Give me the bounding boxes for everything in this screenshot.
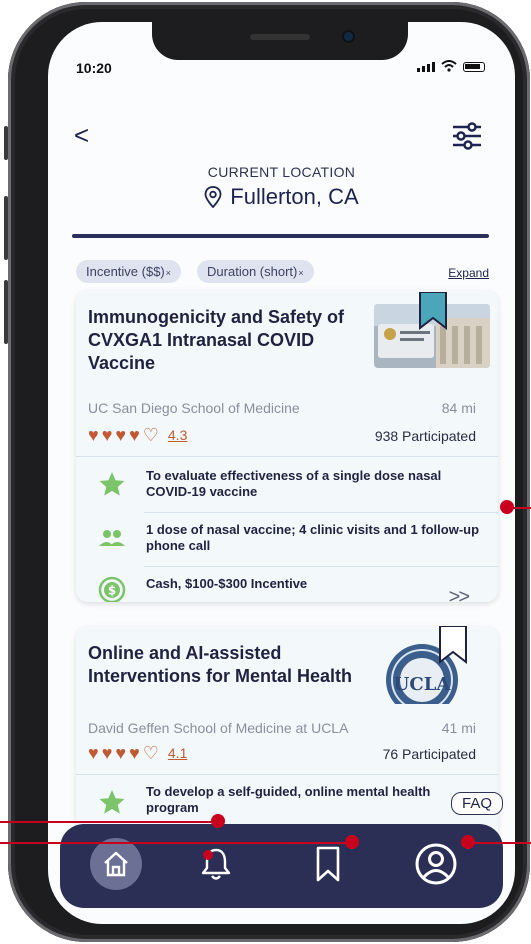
heart-filled-icon: ♥ [101,425,113,445]
study-incentive: Cash, $100-$300 Incentive [146,576,308,591]
annotation-line [0,842,352,844]
svg-text:$: $ [108,584,116,598]
study-title: Online and AI-assisted Interventions for… [88,643,353,686]
chip-label: Incentive ($$) [86,264,165,279]
annotation-dot [345,835,359,849]
bell-icon [201,848,231,880]
star-icon [99,790,125,814]
card-divider [76,774,498,775]
heart-filled-icon: ♥ [129,425,140,445]
filter-chips: Incentive ($$)× Duration (short)× [76,260,314,283]
back-chevron-icon: < [74,120,90,150]
heart-filled-icon: ♥ [115,425,127,445]
chip-label: Duration (short) [207,264,298,279]
rating-value[interactable]: 4.3 [168,427,187,443]
bottom-tab-bar [60,824,503,908]
filter-button[interactable] [451,122,483,155]
filter-sliders-icon [453,122,481,150]
filter-chip-incentive[interactable]: Incentive ($$)× [76,260,182,283]
study-purpose: To develop a self-guided, online mental … [146,784,431,815]
signal-icon [417,62,435,72]
status-time: 10:20 [76,60,112,76]
home-icon [104,851,128,877]
phone-notch [152,22,408,60]
study-title: Immunogenicity and Safety of CVXGA1 Intr… [88,307,345,373]
seal-text: UCLA [394,674,452,695]
battery-icon [463,62,485,72]
heart-filled-icon: ♥ [129,743,140,763]
study-institution: David Geffen School of Medicine at UCLA [88,720,349,736]
location-name: Fullerton, CA [230,184,359,209]
annotation-dot [500,500,514,514]
bookmark-ribbon-icon[interactable] [438,626,468,664]
participants-count: 938 Participated [374,428,476,444]
people-icon [99,530,125,546]
annotation-dot [461,835,475,849]
bookmark-icon [316,846,340,882]
annotation-line [468,842,531,844]
heart-filled-icon: ♥ [88,425,99,445]
participants-count: 76 Participated [382,746,476,762]
faq-button[interactable]: FAQ [450,792,503,815]
heart-filled-icon: ♥ [88,743,99,763]
app-screen: 10:20 < CURRENT LOCATION Fullerton, CA I… [48,22,515,924]
card-divider [76,456,498,457]
star-icon [99,472,125,496]
study-procedure: 1 dose of nasal vaccine; 4 clinic visits… [146,522,480,553]
card-divider [144,566,498,567]
tab-profile[interactable] [410,838,462,890]
annotation-line [0,821,218,823]
location-selector[interactable]: Fullerton, CA [48,184,515,210]
bookmark-ribbon-icon[interactable] [418,292,448,330]
tab-notifications[interactable] [190,838,242,890]
chip-remove-icon[interactable]: × [166,268,171,278]
chip-remove-icon[interactable]: × [298,268,303,278]
user-circle-icon [415,843,457,885]
more-details-button[interactable]: >> [449,586,470,602]
study-distance: 84 mi [441,400,476,416]
rating-value[interactable]: 4.1 [168,745,187,761]
annotation-dot [211,814,225,828]
notch-speaker [250,34,310,40]
back-button[interactable]: < [74,120,89,151]
heart-empty-icon: ♡ [142,743,159,763]
location-pin-icon [204,186,222,208]
wifi-icon [441,60,457,72]
study-card[interactable]: Immunogenicity and Safety of CVXGA1 Intr… [76,290,498,602]
study-institution: UC San Diego School of Medicine [88,400,300,416]
heart-filled-icon: ♥ [101,743,113,763]
heart-filled-icon: ♥ [115,743,127,763]
dollar-icon: $ [98,576,126,602]
study-rating: ♥ ♥ ♥ ♥ ♡ 4.1 [88,744,187,762]
filter-chip-duration[interactable]: Duration (short)× [197,260,314,283]
annotation-line [512,507,531,509]
notch-camera [344,32,353,41]
study-distance: 41 mi [441,720,476,736]
status-icons [417,60,485,72]
study-rating: ♥ ♥ ♥ ♥ ♡ 4.3 [88,426,187,444]
expand-filters-link[interactable]: Expand [448,266,489,280]
card-divider [144,512,498,513]
tab-home[interactable] [90,838,142,890]
current-location-label: CURRENT LOCATION [207,164,356,180]
phone-frame: 10:20 < CURRENT LOCATION Fullerton, CA I… [8,2,530,942]
heart-empty-icon: ♡ [142,425,159,445]
study-purpose: To evaluate effectiveness of a single do… [146,468,442,499]
header-divider [72,234,489,238]
